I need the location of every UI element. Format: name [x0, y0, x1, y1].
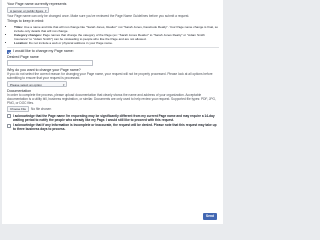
page-name-change-form: Your Page name currently represents A pe…	[2, 0, 223, 224]
reason-placeholder: Please select an option	[10, 83, 42, 88]
send-button[interactable]: Send	[203, 213, 217, 220]
rule-text: Do not include a web or physical address…	[27, 40, 113, 45]
page-represents-value: A person or public figure	[10, 9, 44, 14]
page-represents-label: Your Page name currently represents	[7, 2, 67, 6]
rule-bold: Location:	[14, 40, 28, 45]
chevron-down-icon: ▾	[44, 9, 47, 14]
why-help-text: If you do not select the correct reason …	[7, 72, 213, 81]
documentation-help-text: In order to complete the process, please…	[7, 93, 216, 106]
rule-category: Category changes: Page names that change…	[14, 33, 219, 41]
chevron-down-icon: ▾	[62, 83, 65, 88]
desired-name-label: Desired Page name	[7, 54, 39, 59]
intro-text: Your Page name can only be changed once.…	[7, 14, 190, 19]
things-title: Things to keep in mind:	[7, 19, 45, 24]
change-name-checkbox[interactable]	[7, 49, 11, 54]
choose-file-button[interactable]: Choose File	[7, 106, 30, 112]
ack1-row[interactable]: I acknowledge that the Page name I'm req…	[7, 114, 219, 122]
desired-name-input[interactable]	[7, 60, 93, 67]
no-file-label: No file chosen	[31, 106, 52, 111]
change-name-label: I would like to change my Page name:	[13, 49, 74, 54]
ack2-label: I acknowledge that if any information is…	[13, 123, 217, 132]
ack1-checkbox[interactable]	[7, 114, 11, 119]
ack2-row[interactable]: I acknowledge that if any information is…	[7, 123, 219, 131]
rule-location: Location: Do not include a web or physic…	[14, 41, 219, 45]
rules-list: Titles: Use a name and title that will n…	[7, 25, 219, 45]
rule-titles: Titles: Use a name and title that will n…	[14, 25, 219, 33]
page-represents-select[interactable]: A person or public figure ▾	[7, 7, 49, 14]
reason-select[interactable]: Please select an option ▾	[7, 81, 67, 88]
change-name-row[interactable]: I would like to change my Page name:	[7, 49, 219, 54]
ack1-label: I acknowledge that the Page name I'm req…	[13, 113, 215, 122]
rule-text: Page names that change the category of t…	[14, 32, 205, 41]
divider	[7, 46, 219, 48]
ack2-checkbox[interactable]	[7, 123, 11, 128]
file-upload: Choose File No file chosen	[7, 106, 219, 112]
rule-text: Use a name and title that will not chang…	[14, 24, 219, 33]
